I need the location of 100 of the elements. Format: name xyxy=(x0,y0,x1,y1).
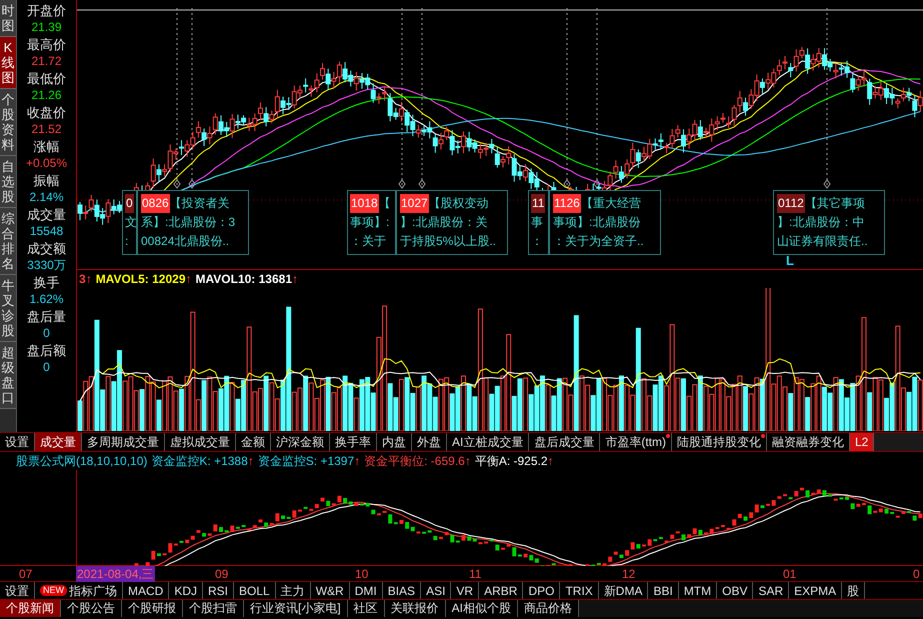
quote-value: 21.39 xyxy=(31,19,62,36)
event-note[interactable]: 0826【投资者关 系】:北鼎股份：3 00824北鼎股份.. xyxy=(137,190,249,255)
volume-tab[interactable]: 多周期成交量 xyxy=(82,433,165,451)
news-tab[interactable]: 个股新闻 xyxy=(0,600,61,617)
quote-label: 成交额 xyxy=(27,240,66,257)
side-tab[interactable]: 超级盘口 xyxy=(0,342,16,409)
side-tab[interactable]: 综合排名 xyxy=(0,208,16,275)
event-title: 【其它事项 xyxy=(804,195,865,212)
news-tab[interactable]: 社区 xyxy=(348,600,385,617)
date-axis-label: 09 xyxy=(214,566,230,582)
volume-tab[interactable]: L2 xyxy=(850,433,874,451)
volume-tab[interactable]: 虚拟成交量 xyxy=(165,433,236,451)
quote-value: +0.05% xyxy=(26,155,68,172)
event-text: 事项】:北鼎股份 xyxy=(553,214,642,231)
event-title: 【投资者关 xyxy=(170,195,230,212)
quote-value: 21.72 xyxy=(31,53,62,70)
volume-tab[interactable]: 设置 xyxy=(0,433,35,451)
event-text: ：关于 xyxy=(350,233,387,250)
volume-indicator-value: MAVOL10: 13681 xyxy=(196,271,292,288)
event-date-badge: 1126 xyxy=(553,194,581,213)
up-arrow: ↑ xyxy=(354,453,360,470)
date-axis-label: 12 xyxy=(621,566,636,582)
volume-tab[interactable]: 市盈率(ttm) xyxy=(600,433,672,451)
side-tab[interactable]: 自选股 xyxy=(0,156,16,208)
quote-label: 换手 xyxy=(34,274,60,291)
side-tab[interactable]: 个股资料 xyxy=(0,89,16,156)
quote-value: 2.14% xyxy=(29,189,64,206)
indicator-value: 平衡A: -925.2 xyxy=(474,453,548,470)
volume-tab[interactable]: AI立桩成交量 xyxy=(447,433,530,451)
up-arrow: ↑ xyxy=(548,453,554,470)
quote-label: 涨幅 xyxy=(34,138,60,155)
news-tab[interactable]: 个股公告 xyxy=(61,600,122,617)
up-arrow: ↑ xyxy=(186,271,192,288)
volume-tab[interactable]: 盘后成交量 xyxy=(529,433,600,451)
volume-tab[interactable]: 成交量 xyxy=(35,433,82,451)
date-axis-label: 11 xyxy=(468,566,482,582)
quote-value: 0 xyxy=(43,325,50,342)
indicator-value: 资金监控K: +1388 xyxy=(151,453,248,470)
event-note[interactable]: 1027【股权变动 】:北鼎股份：关 于持股5%以上股.. xyxy=(396,190,508,255)
event-text: 事 xyxy=(531,214,544,231)
up-arrow: ↑ xyxy=(464,453,471,470)
event-date-badge: 0112 xyxy=(777,194,805,213)
event-text: 】:北鼎股份：中 xyxy=(777,214,866,231)
quote-label: 振幅 xyxy=(34,172,60,189)
event-date-badge: 1018 xyxy=(350,194,379,213)
news-tab[interactable]: 个股扫雷 xyxy=(183,600,244,617)
event-text: ： xyxy=(531,233,544,250)
event-text: ：关于为全资子.. xyxy=(553,233,645,250)
event-title: 【股权变动 xyxy=(428,195,489,212)
quote-value: 1.62% xyxy=(29,291,64,308)
side-tab[interactable]: K线图 xyxy=(0,37,16,89)
indicator-value: 资金平衡位: -659.6 xyxy=(364,453,465,470)
event-text: 事项】: xyxy=(350,214,390,231)
volume-tab[interactable]: 内盘 xyxy=(377,433,412,451)
side-tab[interactable]: 牛叉诊股 xyxy=(0,275,16,342)
event-title: 【 xyxy=(378,195,391,212)
quote-label: 盘后量 xyxy=(27,308,66,325)
news-tab[interactable]: 商品价格 xyxy=(518,600,580,617)
event-date-badge: 0 xyxy=(125,194,134,213)
volume-tab[interactable]: 换手率 xyxy=(330,433,377,451)
event-title: 【重大经营 xyxy=(580,195,641,212)
volume-tab[interactable]: 融资融券变化 xyxy=(767,433,850,451)
volume-tab[interactable]: 外盘 xyxy=(412,433,447,451)
event-text: : xyxy=(125,233,130,250)
volume-tab[interactable]: 陆股通持股变化 xyxy=(672,433,767,451)
new-badge: NEW xyxy=(40,585,67,596)
event-text: 于持股5%以上股.. xyxy=(400,233,498,250)
indicator-value: 股票公式网(18,10,10,10) xyxy=(16,453,148,470)
news-tab[interactable]: 行业资讯[小家电] xyxy=(244,600,348,617)
news-tab[interactable]: 个股研报 xyxy=(122,600,183,617)
quote-label: 开盘价 xyxy=(27,2,66,19)
event-text: 文 xyxy=(125,214,134,231)
volume-indicator-value: MAVOL5: 12029 xyxy=(96,271,186,288)
event-note[interactable]: 1018【 事项】: ：关于 xyxy=(347,190,396,255)
date-axis-label: 01 xyxy=(782,566,798,582)
event-date-badge: 1027 xyxy=(400,194,429,213)
quote-label: 最低价 xyxy=(27,70,66,87)
date-axis-label: 0 xyxy=(912,566,921,582)
news-tab[interactable]: AI相似个股 xyxy=(446,600,518,617)
news-tab[interactable]: 关联报价 xyxy=(384,600,446,617)
event-note[interactable]: 0112【其它事项 】:北鼎股份：中 山证券有限责任.. xyxy=(773,190,885,255)
up-arrow: ↑ xyxy=(86,271,92,288)
date-axis-label: 07 xyxy=(18,566,34,582)
quote-value: 21.52 xyxy=(31,121,62,138)
event-text: 】:北鼎股份：关 xyxy=(400,214,488,231)
date-axis-label: 2021-08-04,三 xyxy=(76,566,155,582)
indicator-value: 资金监控S: +1397 xyxy=(258,453,354,470)
chart-marker: L xyxy=(786,253,794,268)
volume-tab[interactable]: 沪深金额 xyxy=(271,433,330,451)
event-note[interactable]: 1126【重大经营 事项】:北鼎股份 ：关于为全资子.. xyxy=(549,190,661,255)
up-arrow: ↑ xyxy=(248,453,254,470)
side-tab[interactable]: 时图 xyxy=(0,0,16,37)
volume-tab[interactable]: 金额 xyxy=(236,433,271,451)
quote-value: 15548 xyxy=(30,223,64,240)
quote-value: 21.26 xyxy=(31,87,62,104)
event-text: 00824北鼎股份.. xyxy=(141,233,230,250)
date-axis-label: 10 xyxy=(354,566,370,582)
event-note[interactable]: 11 事 ： xyxy=(528,190,549,255)
quote-label: 收盘价 xyxy=(27,104,66,121)
event-note[interactable]: 0 文 : xyxy=(122,190,137,255)
